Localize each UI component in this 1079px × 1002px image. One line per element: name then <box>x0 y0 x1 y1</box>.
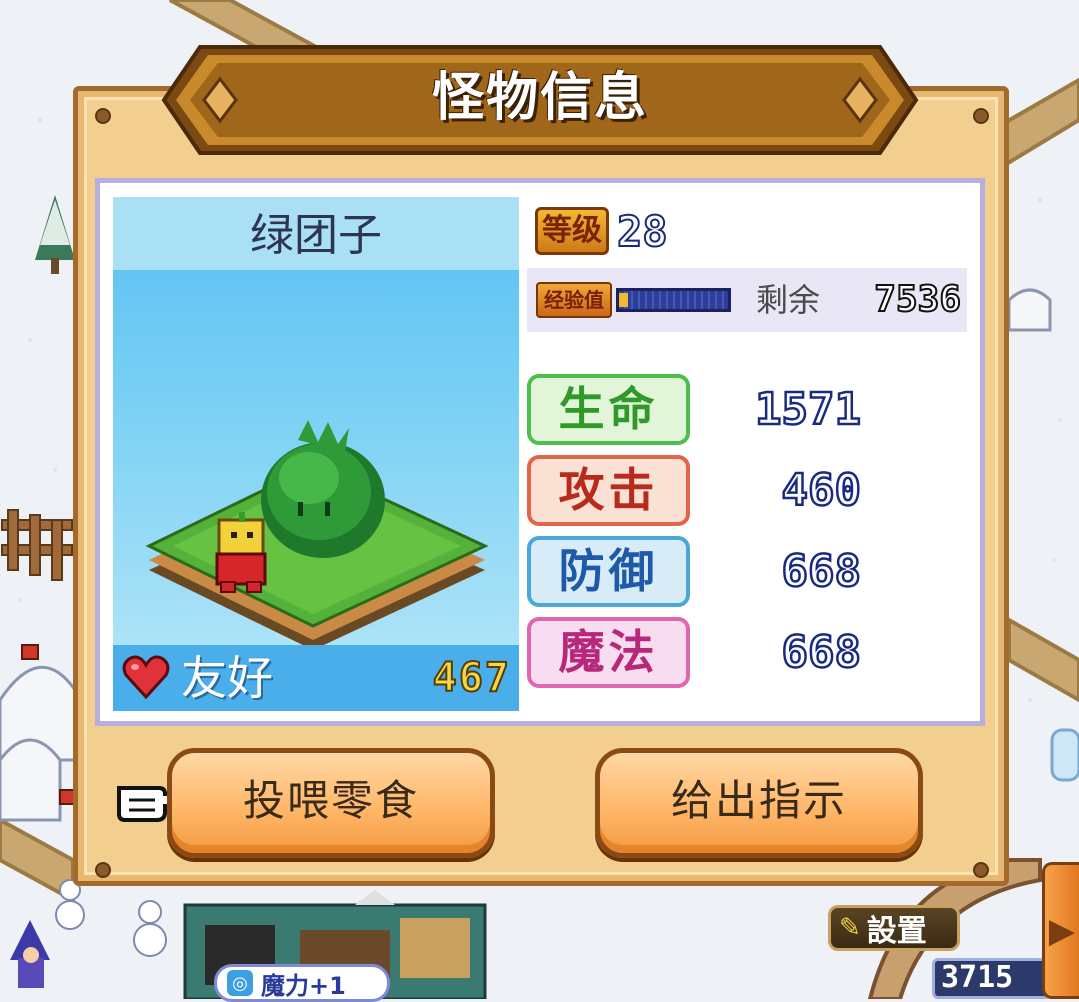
stat-value-attack: 460 <box>780 464 862 518</box>
funds-readout: 3715 <box>932 958 1052 999</box>
green-dango-monster <box>261 420 385 558</box>
heart-icon <box>122 655 170 700</box>
remaining-value: 7536 <box>873 278 962 321</box>
friendship-label: 友好 <box>181 651 273 705</box>
give-instruction-button[interactable]: 给出指示 <box>595 748 923 858</box>
side-menu-toggle[interactable]: ▶ <box>1042 862 1079 999</box>
experience-row: 经验值 剩余 7536 <box>527 268 967 332</box>
experience-bar-fill <box>619 293 628 307</box>
experience-bar <box>616 288 731 312</box>
stat-tag-defense: 防御 <box>527 536 690 607</box>
stat-tag-hp: 生命 <box>527 374 690 445</box>
friendship-value: 467 <box>432 654 511 702</box>
wand-icon: ✎ <box>839 913 861 943</box>
rivet-icon <box>973 108 989 124</box>
arrow-right-icon: ▶ <box>1048 910 1076 951</box>
kairobot-character <box>215 512 267 593</box>
rivet-icon <box>973 862 989 878</box>
stat-value-magic: 668 <box>780 626 862 680</box>
monster-portrait: 绿团子 友好 467 <box>113 197 519 711</box>
rivet-icon <box>95 108 111 124</box>
magic-gain-toast: ◎ 魔力+1 <box>214 964 390 1002</box>
monster-name: 绿团子 <box>113 197 519 270</box>
settings-button[interactable]: ✎ 設置 <box>828 905 960 951</box>
level-tag: 等级 <box>535 207 609 255</box>
feed-snack-button[interactable]: 投喂零食 <box>167 748 495 858</box>
magic-gain-label: 魔力+1 <box>261 971 346 1000</box>
stat-value-defense: 668 <box>780 545 862 599</box>
stat-tag-magic: 魔法 <box>527 617 690 688</box>
magic-orb-icon: ◎ <box>227 970 253 996</box>
friendship-bar: 友好 467 <box>113 645 519 711</box>
stat-tag-attack: 攻击 <box>527 455 690 526</box>
remaining-label: 剩余 <box>756 281 821 319</box>
stat-value-hp: 1571 <box>754 383 862 437</box>
settings-label: 設置 <box>866 914 927 949</box>
experience-tag: 经验值 <box>536 282 612 318</box>
monster-sprite-scene <box>145 420 489 650</box>
level-value: 28 <box>616 206 669 257</box>
rivet-icon <box>95 862 111 878</box>
dialog-title: 怪物信息 <box>431 68 648 128</box>
